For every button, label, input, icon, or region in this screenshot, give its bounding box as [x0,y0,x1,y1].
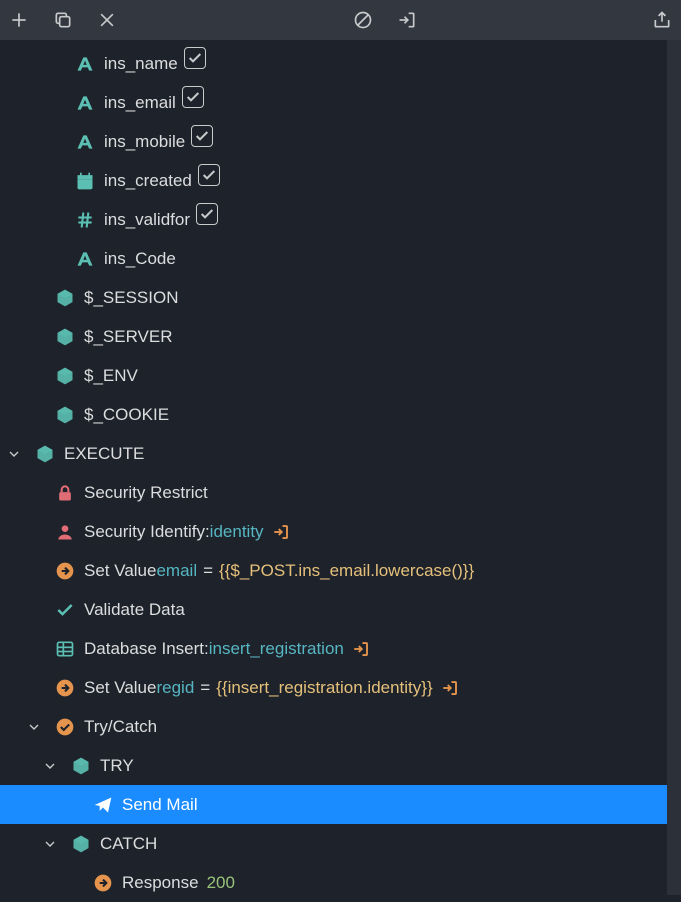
cube-icon [52,288,78,308]
step-var: email [156,561,197,581]
copy-icon[interactable] [52,9,74,31]
step-try-catch[interactable]: Try/Catch [0,707,681,746]
superglobal-label: $_COOKIE [84,405,169,425]
field-checkbox[interactable] [191,125,213,147]
cube-icon [68,834,94,854]
cube-icon [52,327,78,347]
lock-icon [52,483,78,503]
cube-icon [68,756,94,776]
step-label: Security Identify: [84,522,210,542]
chevron-down-icon[interactable] [40,836,60,852]
field-item[interactable]: ins_created [0,161,681,200]
exit-icon[interactable] [396,9,418,31]
field-label: ins_mobile [104,132,185,152]
chevron-down-icon[interactable] [24,719,44,735]
arrow-circle-icon [52,561,78,581]
step-value: insert_registration [209,639,344,659]
catch-label: CATCH [100,834,157,854]
execute-label: EXECUTE [64,444,144,464]
arrow-circle-icon [90,873,116,893]
cube-icon [52,405,78,425]
output-icon [272,523,290,541]
field-label: ins_name [104,54,178,74]
field-checkbox[interactable] [196,203,218,225]
field-label: ins_created [104,171,192,191]
try-section[interactable]: TRY [0,746,681,785]
field-label: ins_Code [104,249,176,269]
chevron-down-icon[interactable] [40,758,60,774]
equals-sign: = [200,678,210,698]
send-icon [90,795,116,815]
superglobal-label: $_SESSION [84,288,179,308]
step-expr: {{insert_registration.identity}} [216,678,432,698]
field-item[interactable]: ins_Code [0,239,681,278]
close-icon[interactable] [96,9,118,31]
step-label: Database Insert: [84,639,209,659]
superglobal-item[interactable]: $_SERVER [0,317,681,356]
step-send-mail[interactable]: Send Mail [0,785,681,824]
hash-icon [72,210,98,230]
step-set-value[interactable]: Set Value regid = {{insert_registration.… [0,668,681,707]
superglobal-item[interactable]: $_SESSION [0,278,681,317]
step-label: Send Mail [122,795,198,815]
step-value: identity [210,522,264,542]
step-label: Try/Catch [84,717,157,737]
step-var: regid [156,678,194,698]
check-circle-icon [52,717,78,737]
superglobal-item[interactable]: $_ENV [0,356,681,395]
step-label: Validate Data [84,600,185,620]
step-label: Response [122,873,199,893]
step-validate-data[interactable]: Validate Data [0,590,681,629]
superglobal-item[interactable]: $_COOKIE [0,395,681,434]
field-checkbox[interactable] [182,86,204,108]
field-item[interactable]: ins_name [0,44,681,83]
step-security-identify[interactable]: Security Identify: identity [0,512,681,551]
chevron-down-icon[interactable] [4,446,24,462]
table-icon [52,639,78,659]
cube-icon [52,366,78,386]
superglobal-label: $_SERVER [84,327,173,347]
field-item[interactable]: ins_mobile [0,122,681,161]
step-label: Set Value [84,561,156,581]
user-icon [52,522,78,542]
step-label: Set Value [84,678,156,698]
check-icon [52,600,78,620]
equals-sign: = [203,561,213,581]
catch-section[interactable]: CATCH [0,824,681,863]
toolbar [0,0,681,40]
calendar-icon [72,171,98,191]
execute-section[interactable]: EXECUTE [0,434,681,473]
field-item[interactable]: ins_email [0,83,681,122]
text-icon [72,249,98,269]
step-response[interactable]: Response 200 [0,863,681,902]
cube-icon [32,444,58,464]
output-icon [352,640,370,658]
step-set-value[interactable]: Set Value email = {{$_POST.ins_email.low… [0,551,681,590]
field-label: ins_validfor [104,210,190,230]
field-checkbox[interactable] [184,47,206,69]
response-code: 200 [207,873,235,893]
step-security-restrict[interactable]: Security Restrict [0,473,681,512]
field-label: ins_email [104,93,176,113]
text-icon [72,132,98,152]
text-icon [72,54,98,74]
field-checkbox[interactable] [198,164,220,186]
try-label: TRY [100,756,134,776]
text-icon [72,93,98,113]
step-label: Security Restrict [84,483,208,503]
step-expr: {{$_POST.ins_email.lowercase()}} [219,561,474,581]
scrollbar-track[interactable] [667,40,681,895]
superglobal-label: $_ENV [84,366,138,386]
step-database-insert[interactable]: Database Insert: insert_registration [0,629,681,668]
no-sign-icon[interactable] [352,9,374,31]
arrow-circle-icon [52,678,78,698]
tree-panel: ins_name ins_email ins_mobile ins_create… [0,40,681,902]
field-item[interactable]: ins_validfor [0,200,681,239]
share-icon[interactable] [651,9,673,31]
output-icon [441,679,459,697]
add-icon[interactable] [8,9,30,31]
